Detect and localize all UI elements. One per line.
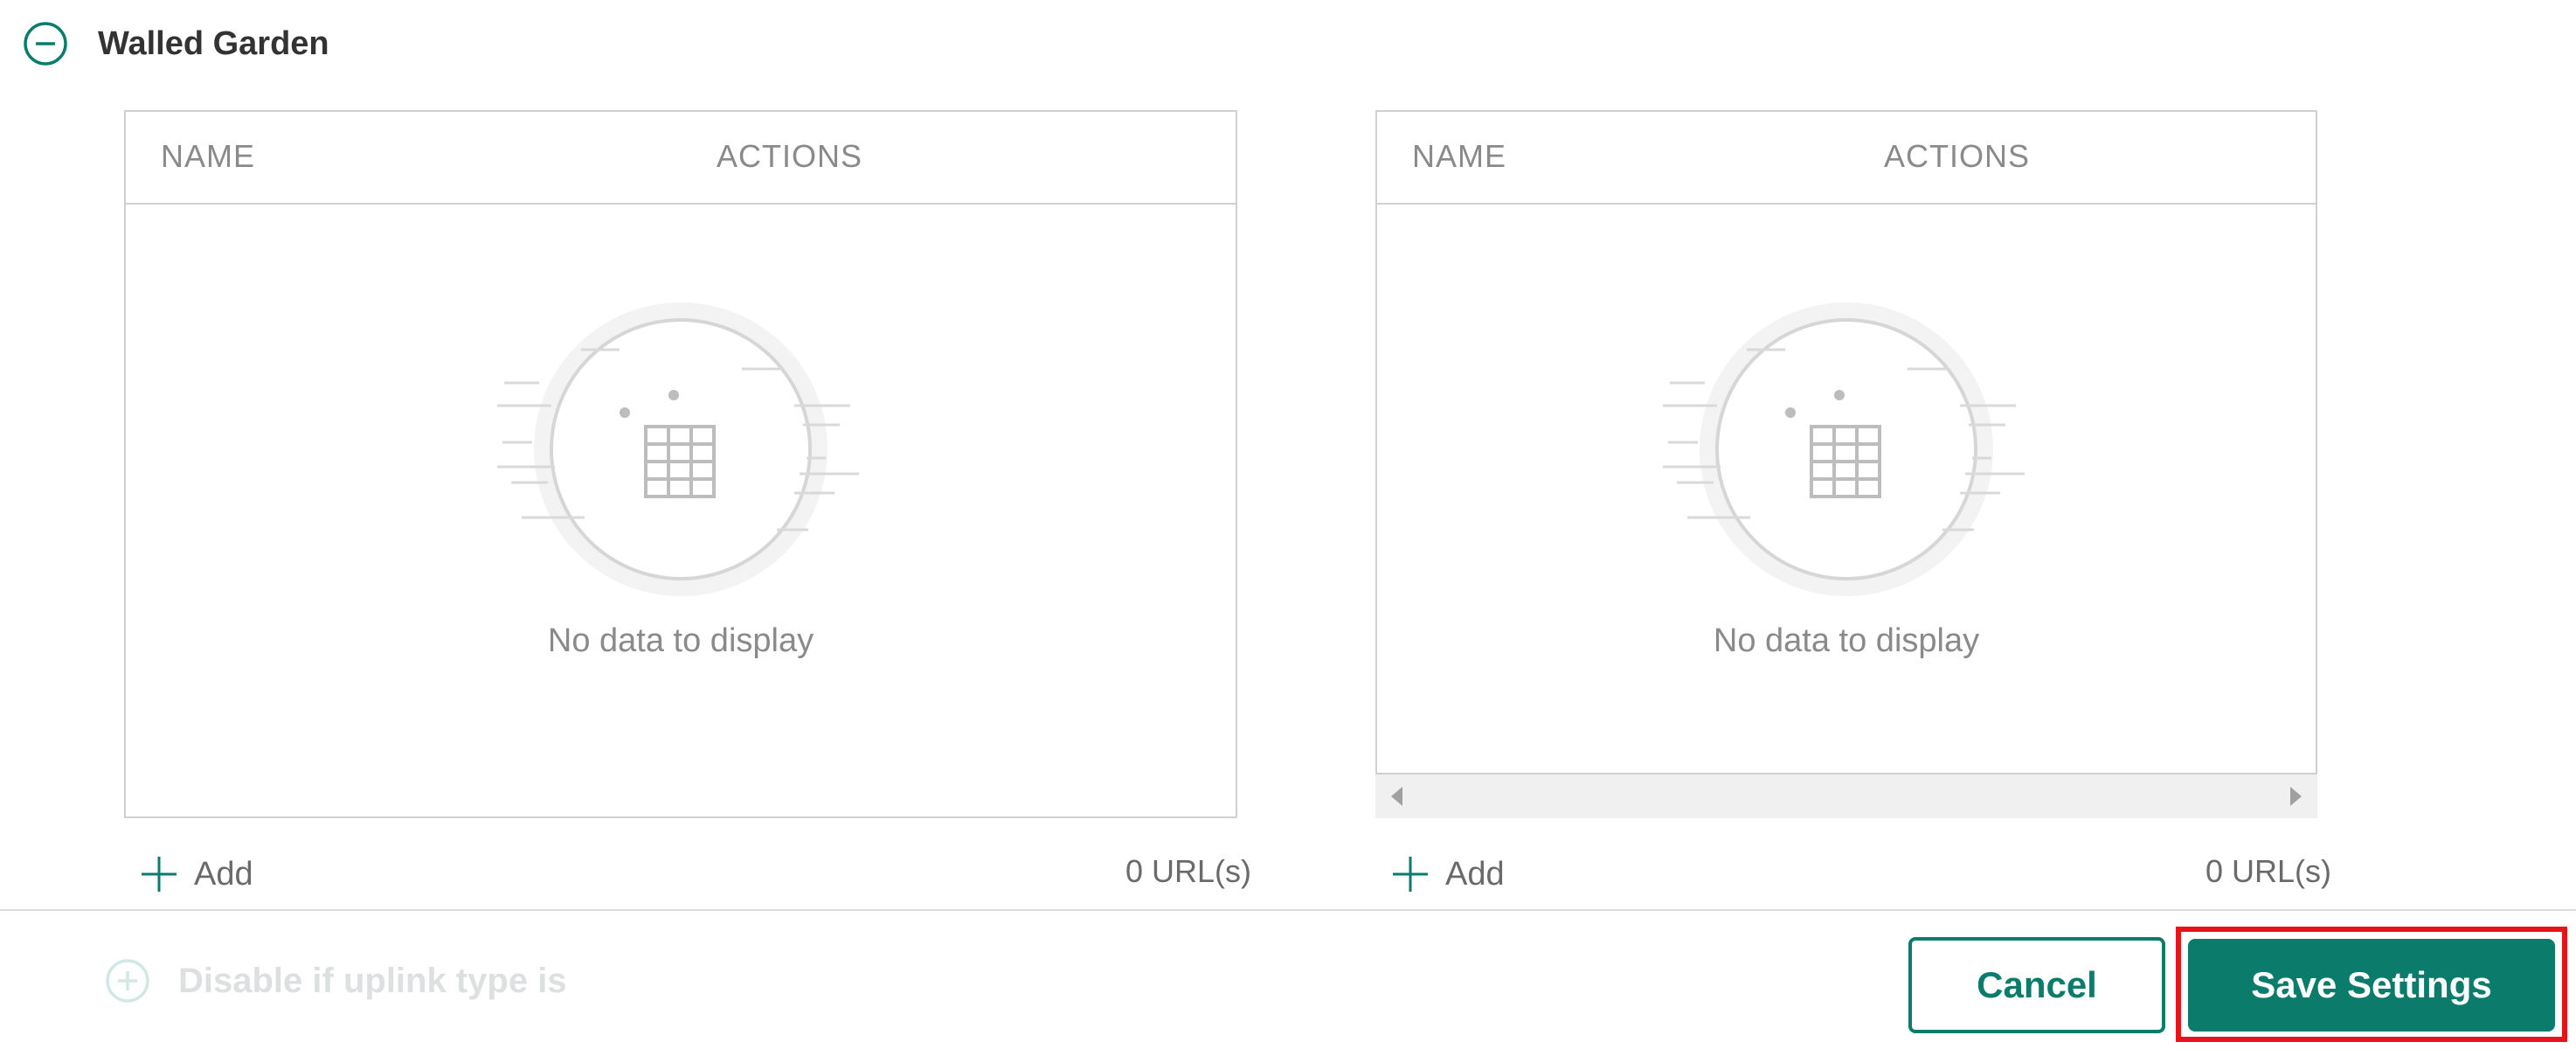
add-label: Add: [1445, 855, 1505, 893]
settings-page: Walled Garden NAME ACTIONS No data to di…: [0, 0, 2576, 1049]
disable-uplink-section-header[interactable]: Disable if uplink type is: [105, 958, 567, 1004]
url-count-left: 0 URL(s): [1125, 853, 1252, 889]
add-url-button-left[interactable]: Add: [140, 855, 253, 893]
scroll-left-arrow-icon[interactable]: [1391, 787, 1402, 806]
footer-divider: [0, 909, 2576, 911]
column-header-actions: ACTIONS: [717, 138, 863, 174]
empty-state: No data to display: [1377, 295, 2316, 660]
column-header-actions: ACTIONS: [1884, 138, 2031, 174]
walled-garden-table-right: NAME ACTIONS No data to display: [1375, 110, 2317, 775]
add-url-button-right[interactable]: Add: [1391, 855, 1505, 893]
scroll-right-arrow-icon[interactable]: [2290, 787, 2302, 806]
save-settings-button[interactable]: Save Settings: [2188, 939, 2555, 1032]
table-header: NAME ACTIONS: [126, 112, 1236, 205]
section-title: Disable if uplink type is: [178, 961, 567, 1000]
column-header-name[interactable]: NAME: [161, 138, 255, 175]
empty-state: No data to display: [126, 295, 1236, 660]
empty-table-icon: [1663, 302, 2025, 596]
walled-garden-header: Walled Garden: [23, 19, 329, 68]
minus-circle-icon[interactable]: [23, 21, 68, 66]
add-label: Add: [194, 855, 253, 893]
section-title: Walled Garden: [98, 24, 329, 62]
empty-state-text: No data to display: [1713, 622, 1980, 659]
empty-table-icon: [497, 302, 859, 596]
url-count-right: 0 URL(s): [2206, 853, 2332, 889]
empty-state-text: No data to display: [547, 622, 814, 659]
horizontal-scrollbar[interactable]: [1375, 775, 2317, 818]
table-header: NAME ACTIONS: [1377, 112, 2316, 205]
cancel-button[interactable]: Cancel: [1908, 937, 2165, 1033]
plus-icon: [1393, 857, 1428, 892]
column-header-name[interactable]: NAME: [1412, 138, 1506, 175]
plus-icon: [142, 857, 177, 892]
plus-circle-icon[interactable]: [105, 958, 150, 1004]
walled-garden-table-left: NAME ACTIONS No data to display: [124, 110, 1237, 818]
